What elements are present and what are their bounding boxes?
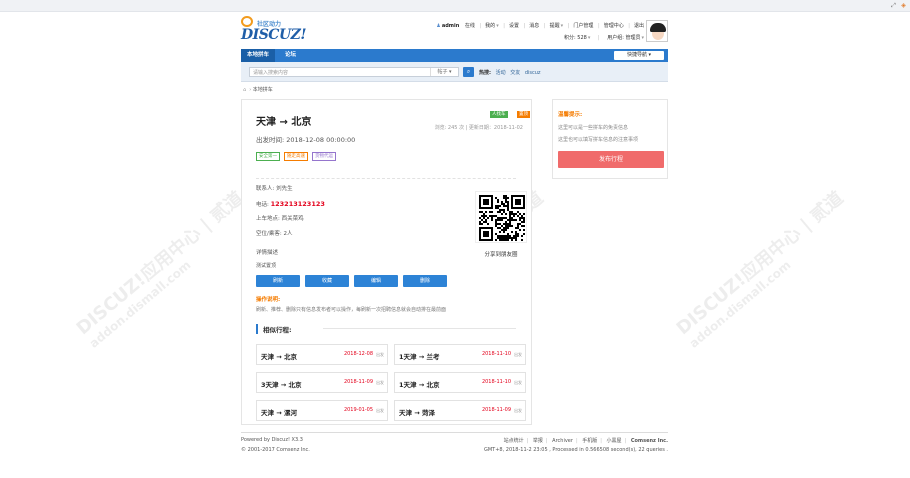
similar-trip-card[interactable]: 1天津 → 兰考 2018-11-10 出发 — [394, 344, 526, 365]
copyright: © 2001-2017 Comsenz Inc. — [241, 447, 310, 453]
tag-chip: 货物代运 — [312, 152, 336, 161]
nav-messages[interactable]: 消息 — [529, 23, 539, 29]
hot-link[interactable]: 交友 — [510, 70, 520, 76]
qr-label: 分享到朋友圈 — [484, 252, 518, 258]
nav-admin-center[interactable]: 管理中心 — [604, 23, 624, 29]
search-icon: ⌕ — [466, 68, 471, 75]
phone-number[interactable]: 123213123123 — [271, 200, 325, 208]
nav-logout[interactable]: 退出 — [634, 23, 644, 29]
detail-text: 测试置顶 — [256, 263, 277, 269]
sticky-badge: 置顶 — [517, 111, 530, 118]
hot-searches: 热搜: 活动 交友 discuz — [479, 70, 541, 76]
refresh-button[interactable]: 刷新 — [256, 275, 300, 287]
contact-name: 联系人: 刘先生 — [256, 186, 293, 192]
tips-sidebar: 温馨提示: 这里可以是一些拼车的免责信息 这里也可以填写拼车信息的注意事项 发布… — [552, 99, 668, 179]
action-buttons: 刷新 收藏 编辑 删除 — [256, 275, 452, 287]
chevron-down-icon: ▾ — [648, 52, 652, 58]
type-badge: 人找车 — [490, 111, 508, 118]
similar-trip-card[interactable]: 1天津 → 北京 2018-11-10 出发 — [394, 372, 526, 393]
user-icon: ♟ — [436, 23, 441, 29]
footer-link[interactable]: 站点统计 — [504, 438, 524, 444]
hot-link[interactable]: discuz — [525, 70, 541, 76]
similar-heading: 相似行程: — [256, 324, 292, 334]
footer-link[interactable]: 举报 — [533, 438, 543, 444]
avatar[interactable] — [646, 20, 668, 42]
edit-button[interactable]: 编辑 — [354, 275, 398, 287]
powered-by: Powered by Discuz! X3.3 — [241, 437, 303, 443]
depart-time: 出发时间: 2018-12-08 00:00:00 — [256, 136, 356, 144]
watermark: DISCUZ!应用中心 | 贰道addon.dismall.com — [672, 187, 848, 351]
search-input[interactable]: 请输入搜索内容 帖子 ▾ — [249, 67, 459, 77]
breadcrumb-current[interactable]: 本地拼车 — [253, 87, 273, 93]
view-stats: 浏览: 245 次 | 更新日期：2018-11-02 — [434, 125, 523, 131]
browser-toolbar: ⤢ ◈ — [0, 0, 910, 12]
footer-links: 站点统计 | 举报 | Archiver | 手机版 | 小黑屋 | Comsenz In… — [503, 438, 668, 444]
nav-reminders[interactable]: 提醒 — [550, 23, 560, 29]
breadcrumb: ⌂ › 本地拼车 — [243, 87, 273, 93]
search-scope-select[interactable]: 帖子 ▾ — [430, 68, 458, 76]
tag-chip: 随走高速 — [284, 152, 308, 161]
tab-local-carpool[interactable]: 本地拼车 — [241, 49, 276, 62]
processed-info: GMT+8, 2018-11-2 23:05 , Processed in 0.… — [483, 447, 668, 453]
tip-line: 这里也可以填写拼车信息的注意事项 — [558, 137, 639, 143]
quick-nav-button[interactable]: 快捷导航 ▾ — [614, 51, 664, 60]
operation-heading: 操作说明: — [256, 297, 281, 303]
usergroup-link[interactable]: 用户组: 管理员 — [607, 35, 640, 41]
footer-link[interactable]: Comsenz Inc. — [631, 438, 668, 444]
home-icon[interactable]: ⌂ — [243, 87, 246, 93]
user-stats: 积分: 528▾ | 用户组: 管理员▾ — [563, 35, 644, 41]
tip-line: 这里可以是一些拼车的免责信息 — [558, 125, 629, 131]
expand-icon[interactable]: ⤢ — [890, 2, 897, 9]
feature-tags: 安全第一 随走高速 货物代运 — [256, 152, 340, 161]
phone: 电话: 123213123123 — [256, 200, 325, 208]
user-nav: ♟admin 在线 | 我的▾ | 设置 | 消息 | 提醒▾ | 门户管理 | 管理中心 … — [436, 23, 644, 29]
nav-settings[interactable]: 设置 — [509, 23, 519, 29]
search-bar: 请输入搜索内容 帖子 ▾ ⌕ 热搜: 活动 交友 discuz — [241, 62, 668, 82]
similar-trip-card[interactable]: 天津 → 菏泽 2018-11-09 出发 — [394, 400, 526, 421]
similar-trip-card[interactable]: 天津 → 漯河 2019-01-05 出发 — [256, 400, 388, 421]
publish-trip-button[interactable]: 发布行程 — [558, 151, 664, 168]
online-status: 在线 — [464, 23, 475, 29]
favorite-button[interactable]: 收藏 — [305, 275, 349, 287]
operation-text: 刷新、推荐、删除只有信息发布者可以操作，每刷新一次招聘信息就会自动排在最前面 — [256, 307, 447, 313]
points-link[interactable]: 积分: 528 — [564, 35, 587, 41]
hot-link[interactable]: 活动 — [496, 70, 506, 76]
pickup-location: 上车地点: 西关菜鸡 — [256, 216, 304, 222]
seats: 空位/乘客: 2人 — [256, 231, 293, 237]
footer-link[interactable]: 手机版 — [582, 438, 597, 444]
qr-code — [475, 191, 527, 243]
page-title: 天津 → 北京 — [256, 117, 312, 128]
search-button[interactable]: ⌕ — [463, 67, 474, 77]
trip-detail-panel: 天津 → 北京 人找车 置顶 浏览: 245 次 | 更新日期：2018-11-… — [241, 99, 532, 425]
username-link[interactable]: admin — [442, 23, 459, 29]
extension-icon[interactable]: ◈ — [900, 2, 907, 9]
tab-forum[interactable]: 论坛 — [279, 49, 302, 62]
footer-link[interactable]: Archiver — [552, 438, 573, 444]
similar-trip-card[interactable]: 天津 → 北京 2018-12-08 出发 — [256, 344, 388, 365]
site-logo[interactable]: 社区动力 DISCUZ! — [241, 16, 331, 46]
logo-bubble-icon — [241, 16, 253, 27]
detail-heading: 详情描述 — [256, 250, 279, 256]
tag-chip: 安全第一 — [256, 152, 280, 161]
delete-button[interactable]: 删除 — [403, 275, 447, 287]
tips-heading: 温馨提示: — [558, 112, 583, 118]
similar-trip-card[interactable]: 3天津 → 北京 2018-11-09 出发 — [256, 372, 388, 393]
main-nav: 本地拼车 论坛 快捷导航 ▾ — [241, 49, 668, 62]
footer-link[interactable]: 小黑屋 — [607, 438, 622, 444]
watermark: DISCUZ!应用中心 | 贰道addon.dismall.com — [72, 187, 248, 351]
nav-portal-admin[interactable]: 门户管理 — [573, 23, 593, 29]
nav-my[interactable]: 我的 — [485, 23, 495, 29]
